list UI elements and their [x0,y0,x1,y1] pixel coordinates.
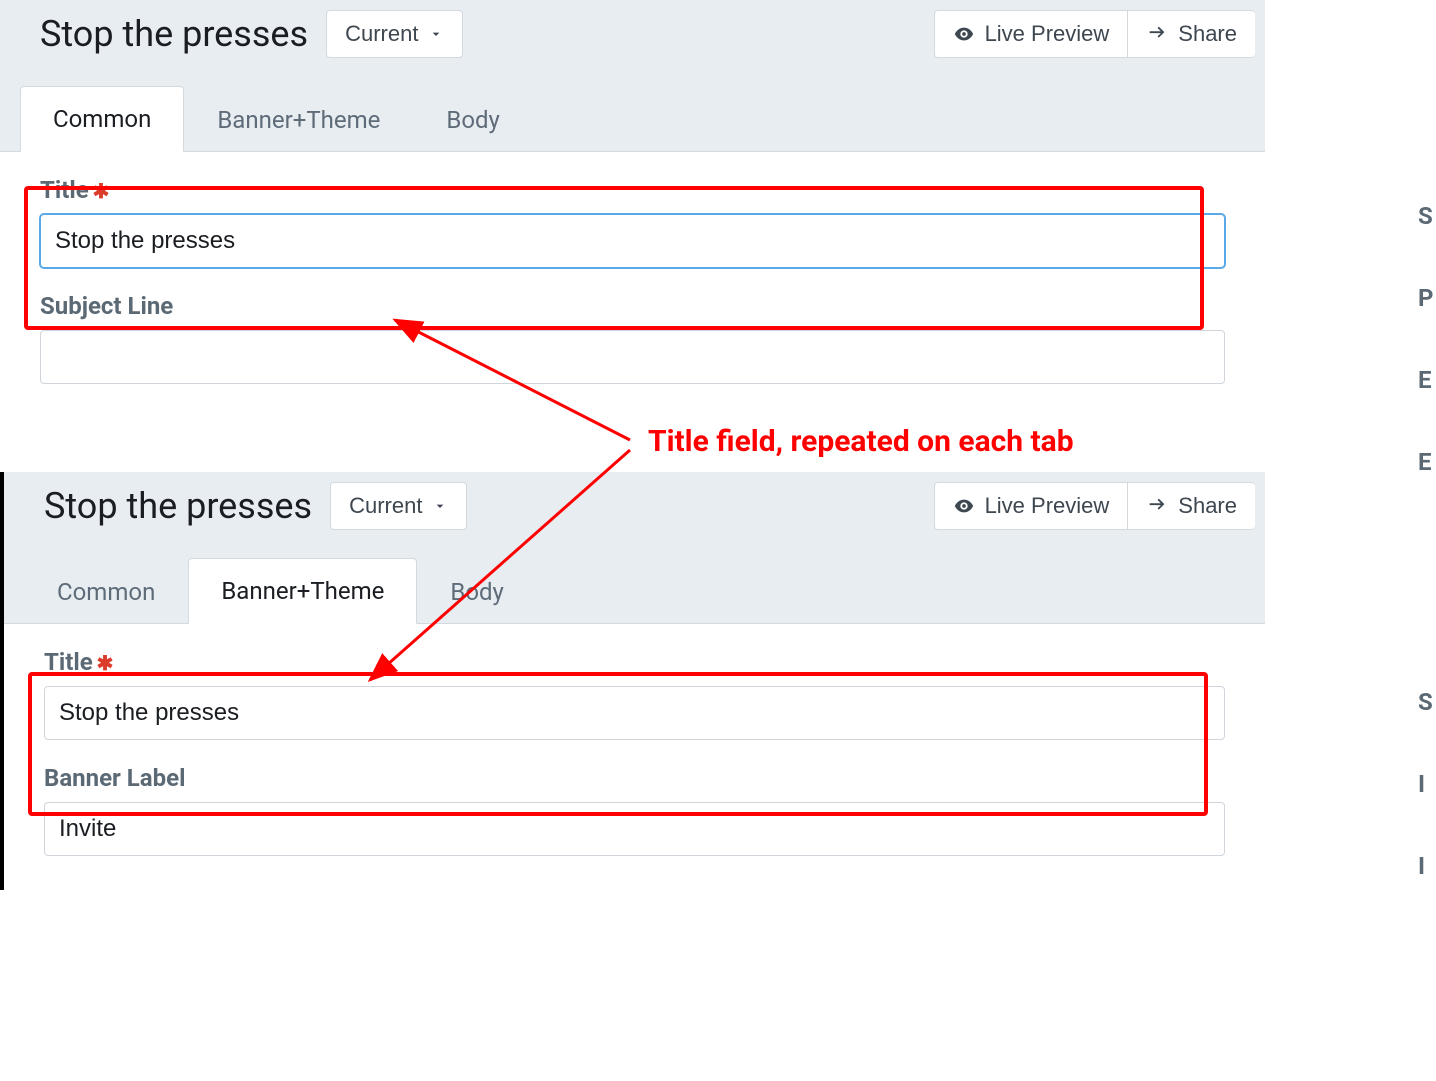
live-preview-button-top[interactable]: Live Preview [934,10,1128,58]
title-input-top[interactable] [40,214,1225,268]
form-area-bottom: Title✱ Banner Label [4,624,1265,890]
share-button-bottom[interactable]: Share [1127,482,1255,530]
title-input-bottom[interactable] [44,686,1225,740]
sidebar-letter: P [1418,284,1436,312]
version-dropdown-label: Current [345,21,418,47]
sidebar-clipped-bottom: S I I [1418,682,1436,880]
live-preview-label: Live Preview [985,21,1110,47]
live-preview-button-bottom[interactable]: Live Preview [934,482,1128,530]
tab-banner-bottom[interactable]: Banner+Theme [188,558,417,624]
annotation-callout: Title field, repeated on each tab [648,424,1074,459]
subject-line-label: Subject Line [40,292,1225,320]
panel-bottom: Stop the presses Current Live Preview Sh… [0,472,1265,890]
version-dropdown-top[interactable]: Current [326,10,463,58]
tab-common-bottom[interactable]: Common [24,559,188,624]
chevron-down-icon [432,498,448,514]
subject-line-input[interactable] [40,330,1225,384]
header-region-bottom: Stop the presses Current Live Preview Sh… [4,472,1265,624]
chevron-down-icon [428,26,444,42]
sidebar-letter: I [1418,852,1436,880]
live-preview-label: Live Preview [985,493,1110,519]
share-label: Share [1178,21,1237,47]
tab-body-top[interactable]: Body [413,87,533,152]
header-region-top: Stop the presses Current Live Preview Sh… [0,0,1265,152]
sidebar-letter: S [1418,688,1436,716]
page-title-bottom: Stop the presses [44,485,312,527]
sidebar-letter: I [1418,770,1436,798]
banner-label-input[interactable] [44,802,1225,856]
version-dropdown-label: Current [349,493,422,519]
share-label: Share [1178,493,1237,519]
tab-banner-top[interactable]: Banner+Theme [184,87,413,152]
share-button-top[interactable]: Share [1127,10,1255,58]
tab-body-bottom[interactable]: Body [417,559,537,624]
sidebar-letter: E [1418,366,1436,394]
page-title-top: Stop the presses [40,13,308,55]
tab-common-top[interactable]: Common [20,86,184,152]
form-area-top: Title✱ Subject Line [0,152,1265,418]
panel-top: Stop the presses Current Live Preview Sh… [0,0,1265,418]
sidebar-clipped-top: S P E E [1418,196,1436,476]
share-icon [1146,495,1168,517]
title-label-text: Title [44,648,93,676]
banner-label-label: Banner Label [44,764,1225,792]
required-asterisk-icon: ✱ [93,179,110,203]
title-label-top: Title✱ [40,176,1225,204]
eye-icon [953,495,975,517]
eye-icon [953,23,975,45]
title-label-bottom: Title✱ [44,648,1225,676]
share-icon [1146,23,1168,45]
required-asterisk-icon: ✱ [97,651,114,675]
sidebar-letter: E [1418,448,1436,476]
version-dropdown-bottom[interactable]: Current [330,482,467,530]
sidebar-letter: S [1418,202,1436,230]
title-label-text: Title [40,176,89,204]
